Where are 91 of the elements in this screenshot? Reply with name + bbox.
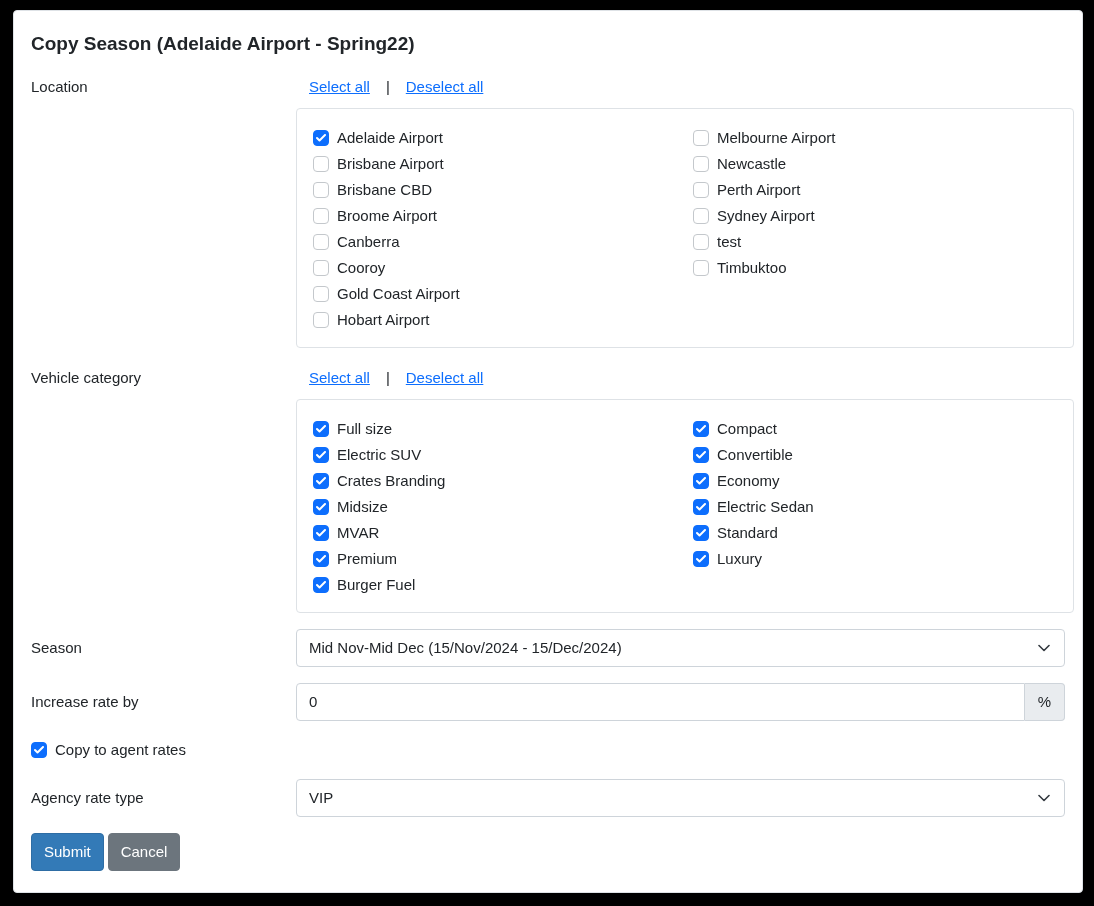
checkbox-label: Luxury (717, 548, 763, 569)
checkmark-icon (316, 425, 326, 433)
checkbox-label: Copy to agent rates (55, 739, 186, 760)
checkbox-label: Sydney Airport (717, 205, 815, 226)
checkbox[interactable] (693, 525, 709, 541)
checkbox-label: Brisbane CBD (337, 179, 433, 200)
checkmark-icon (316, 451, 326, 459)
checkmark-icon (316, 503, 326, 511)
checkbox-label: Convertible (717, 444, 793, 465)
season-select[interactable]: Mid Nov-Mid Dec (15/Nov/2024 - 15/Dec/2024) (296, 629, 1065, 667)
deselect-all-link[interactable]: Deselect all (405, 75, 484, 99)
cancel-button[interactable]: Cancel (107, 833, 181, 871)
separator: | (385, 76, 390, 97)
checkbox[interactable] (313, 577, 329, 593)
deselect-all-link[interactable]: Deselect all (405, 366, 484, 390)
checkmark-icon (316, 555, 326, 563)
checkmark-icon (316, 581, 326, 589)
checkbox-label: MVAR (337, 522, 380, 543)
checkbox[interactable] (313, 208, 329, 224)
rate-input-field[interactable]: 0 (296, 683, 1025, 721)
checkbox[interactable] (693, 130, 709, 146)
checkmark-icon (696, 451, 706, 459)
checkbox-label: Electric Sedan (717, 496, 814, 517)
select-all-link[interactable]: Select all (309, 366, 370, 390)
checkbox-label: Perth Airport (717, 179, 801, 200)
checkbox[interactable] (693, 208, 709, 224)
checkbox-label: Compact (717, 418, 778, 439)
checkmark-icon (316, 477, 326, 485)
checkbox[interactable] (313, 525, 329, 541)
checkbox[interactable] (313, 473, 329, 489)
checkbox[interactable] (313, 447, 329, 463)
checkbox[interactable] (693, 421, 709, 437)
checkbox[interactable] (693, 551, 709, 567)
checkbox-label: Electric SUV (337, 444, 422, 465)
checkmark-icon (696, 425, 706, 433)
checkbox-label: Cooroy (337, 257, 386, 278)
checkbox-label: Premium (337, 548, 397, 569)
checkbox[interactable] (693, 447, 709, 463)
checkbox-label: Newcastle (717, 153, 787, 174)
checkbox-label: Midsize (337, 496, 388, 517)
checkmark-icon (316, 529, 326, 537)
select-all-link[interactable]: Select all (309, 75, 370, 99)
checkbox-label: Adelaide Airport (337, 127, 443, 148)
checkbox[interactable] (313, 130, 329, 146)
checkbox[interactable] (693, 156, 709, 172)
checkbox-label: Economy (717, 470, 780, 491)
form-title: Copy Season (Adelaide Airport - Spring22) (31, 32, 416, 56)
checkbox[interactable] (693, 473, 709, 489)
checkmark-icon (34, 746, 44, 754)
checkbox[interactable] (313, 421, 329, 437)
checkbox[interactable] (313, 234, 329, 250)
chevron-down-icon (1038, 644, 1050, 652)
checkbox-label: Standard (717, 522, 778, 543)
separator: | (385, 367, 390, 388)
checkbox-label: Canberra (337, 231, 400, 252)
checkbox-label: Melbourne Airport (717, 127, 836, 148)
percent-addon: % (1025, 683, 1065, 721)
checkmark-icon (316, 134, 326, 142)
checkbox[interactable] (693, 182, 709, 198)
checkmark-icon (696, 555, 706, 563)
checkbox-label: Broome Airport (337, 205, 438, 226)
checkbox-label: Timbuktoo (717, 257, 787, 278)
checkbox-label: Full size (337, 418, 392, 439)
checkmark-icon (696, 503, 706, 511)
field-label: Increase rate by (31, 691, 140, 712)
submit-button[interactable]: Submit (31, 833, 104, 871)
checkbox[interactable] (313, 499, 329, 515)
checkbox[interactable] (693, 499, 709, 515)
agency-rate-select[interactable]: VIP (296, 779, 1065, 817)
checkbox-label: Crates Branding (337, 470, 446, 491)
checkmark-icon (696, 477, 706, 485)
checkbox-label: test (717, 231, 742, 252)
checkbox[interactable] (313, 551, 329, 567)
checkbox[interactable] (693, 234, 709, 250)
checkmark-icon (696, 529, 706, 537)
field-label: Location (31, 77, 89, 97)
checkbox-label: Gold Coast Airport (337, 283, 460, 304)
chevron-down-icon (1038, 794, 1050, 802)
checkbox[interactable] (313, 260, 329, 276)
checkbox-label: Burger Fuel (337, 574, 416, 595)
checkbox[interactable] (313, 156, 329, 172)
field-label: Vehicle category (31, 368, 143, 388)
checkbox-label: Brisbane Airport (337, 153, 444, 174)
checkbox[interactable] (693, 260, 709, 276)
checkbox[interactable] (313, 286, 329, 302)
checkbox[interactable] (313, 182, 329, 198)
checkbox[interactable] (313, 312, 329, 328)
field-label: Agency rate type (31, 787, 145, 808)
field-label: Season (31, 637, 83, 658)
checkbox-label: Hobart Airport (337, 309, 430, 330)
checkbox[interactable] (31, 742, 47, 758)
